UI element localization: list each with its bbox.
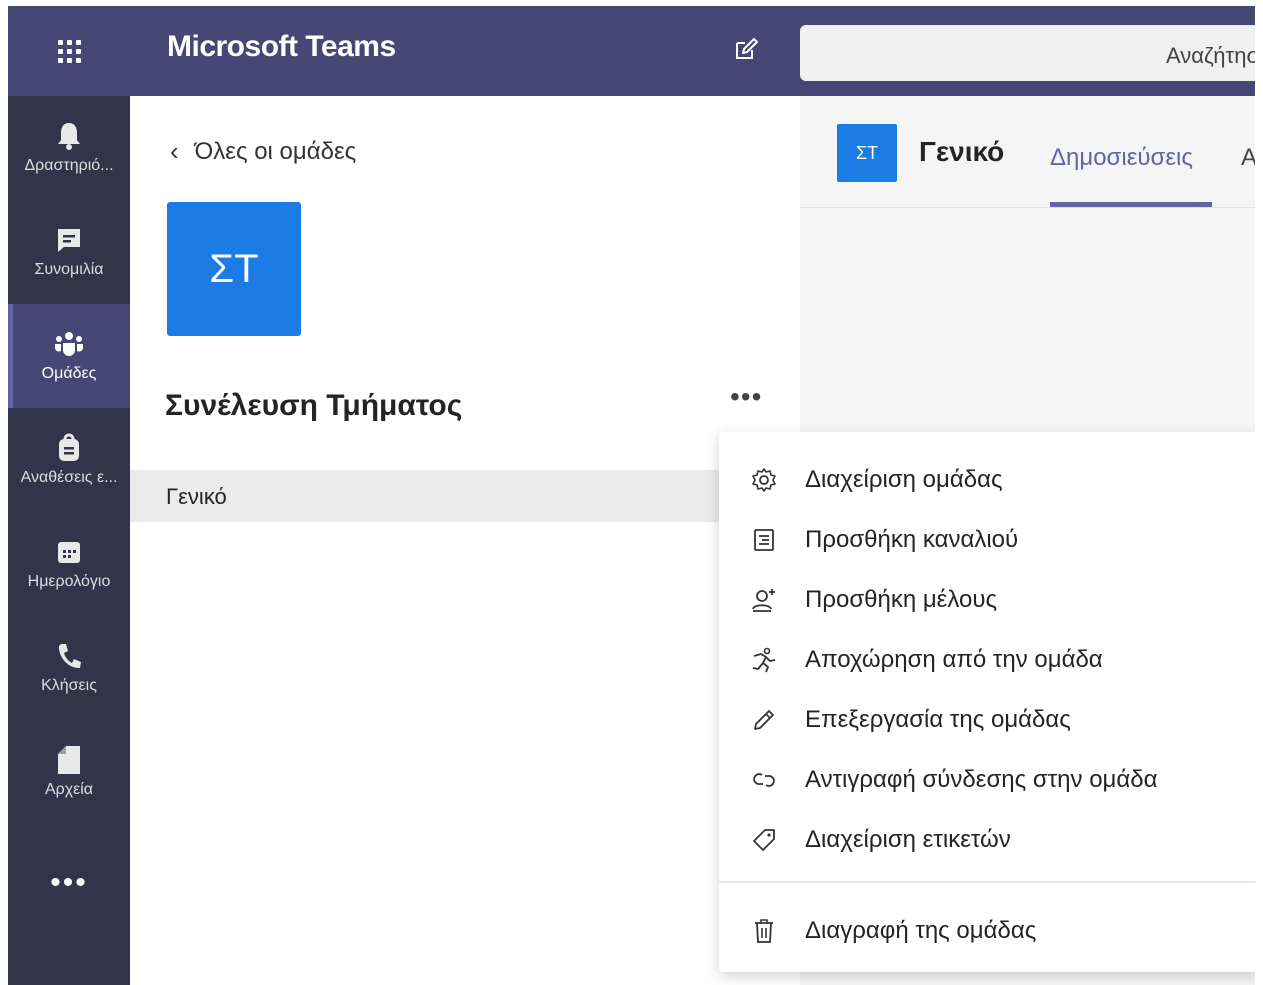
channel-item-general[interactable]: Γενικό bbox=[130, 470, 800, 522]
menu-item-label: Αποχώρηση από την ομάδα bbox=[805, 646, 1103, 673]
channel-header: ΣΤ Γενικό Δημοσιεύσεις Α bbox=[800, 96, 1257, 208]
menu-item-label: Διαχείριση ομάδας bbox=[805, 466, 1003, 493]
team-more-options-button[interactable]: ••• bbox=[730, 381, 762, 413]
add-channel-icon bbox=[749, 525, 779, 555]
app-bar: Δραστηριό... Συνομιλία Ομάδες Αναθέσεις … bbox=[8, 96, 130, 985]
menu-item-label: Διαχείριση ετικετών bbox=[805, 826, 1011, 853]
chevron-left-icon: ‹ bbox=[170, 136, 179, 166]
trash-icon bbox=[749, 916, 779, 946]
appbar-item-files[interactable]: Αρχεία bbox=[8, 720, 130, 824]
pencil-icon bbox=[749, 705, 779, 735]
tag-icon bbox=[749, 825, 779, 855]
menu-divider bbox=[719, 881, 1259, 883]
compose-icon bbox=[736, 38, 758, 59]
menu-item-edit-team[interactable]: Επεξεργασία της ομάδας bbox=[719, 690, 1259, 750]
appbar-label: Συνομιλία bbox=[34, 261, 104, 278]
tab-posts[interactable]: Δημοσιεύσεις bbox=[1050, 144, 1193, 172]
search-input[interactable]: Αναζήτηση bbox=[800, 25, 1263, 81]
team-context-menu: Διαχείριση ομάδας Προσθήκη καναλιού Προσ… bbox=[719, 432, 1259, 972]
search-placeholder: Αναζήτηση bbox=[1166, 43, 1263, 68]
right-edge bbox=[1255, 0, 1263, 985]
left-edge bbox=[0, 0, 8, 985]
team-name: Συνέλευση Τμήματος bbox=[165, 389, 463, 422]
menu-item-manage-team[interactable]: Διαχείριση ομάδας bbox=[719, 450, 1259, 510]
active-tab-indicator bbox=[1050, 202, 1212, 207]
bell-icon bbox=[54, 121, 84, 151]
menu-item-label: Επεξεργασία της ομάδας bbox=[805, 706, 1071, 733]
channel-label: Γενικό bbox=[166, 484, 227, 509]
appbar-label: Κλήσεις bbox=[41, 677, 97, 694]
assignments-icon bbox=[54, 433, 84, 463]
appbar-item-activity[interactable]: Δραστηριό... bbox=[8, 96, 130, 200]
back-label: Όλες οι ομάδες bbox=[194, 137, 357, 165]
menu-item-label: Αντιγραφή σύνδεσης στην ομάδα bbox=[805, 766, 1158, 793]
appbar-item-calls[interactable]: Κλήσεις bbox=[8, 616, 130, 720]
compose-button[interactable] bbox=[733, 36, 759, 62]
team-avatar: ΣΤ bbox=[167, 202, 301, 336]
appbar-label: Δραστηριό... bbox=[24, 157, 114, 174]
more-apps-button[interactable]: ••• bbox=[8, 866, 130, 900]
channel-title: Γενικό bbox=[919, 136, 1005, 167]
waffle-icon bbox=[57, 39, 81, 63]
menu-item-leave-team[interactable]: Αποχώρηση από την ομάδα bbox=[719, 630, 1259, 690]
calendar-icon bbox=[54, 537, 84, 567]
appbar-label: Αρχεία bbox=[44, 781, 94, 798]
chat-icon bbox=[54, 225, 84, 255]
menu-item-delete-team[interactable]: Διαγραφή της ομάδας bbox=[719, 901, 1259, 961]
link-icon bbox=[749, 765, 779, 795]
top-edge bbox=[0, 0, 1263, 6]
appbar-item-chat[interactable]: Συνομιλία bbox=[8, 200, 130, 304]
all-teams-back-link[interactable]: ‹ Όλες οι ομάδες bbox=[170, 136, 356, 167]
menu-item-label: Διαγραφή της ομάδας bbox=[805, 917, 1037, 944]
appbar-label: Ημερολόγιο bbox=[27, 573, 111, 590]
app-launcher-button[interactable] bbox=[8, 6, 130, 96]
add-member-icon bbox=[749, 585, 779, 615]
appbar-label: Ομάδες bbox=[41, 365, 97, 382]
menu-item-label: Προσθήκη καναλιού bbox=[805, 526, 1019, 553]
teams-icon bbox=[54, 329, 84, 359]
leave-icon bbox=[749, 645, 779, 675]
appbar-item-assignments[interactable]: Αναθέσεις ε... bbox=[8, 408, 130, 512]
menu-item-add-channel[interactable]: Προσθήκη καναλιού bbox=[719, 510, 1259, 570]
appbar-label: Αναθέσεις ε... bbox=[20, 469, 118, 486]
channel-avatar: ΣΤ bbox=[837, 124, 897, 182]
menu-item-copy-link[interactable]: Αντιγραφή σύνδεσης στην ομάδα bbox=[719, 750, 1259, 810]
appbar-item-teams[interactable]: Ομάδες bbox=[8, 304, 130, 408]
menu-item-label: Προσθήκη μέλους bbox=[805, 586, 998, 613]
gear-icon bbox=[749, 465, 779, 495]
file-icon bbox=[54, 745, 84, 775]
menu-item-manage-tags[interactable]: Διαχείριση ετικετών bbox=[719, 810, 1259, 870]
app-title: Microsoft Teams bbox=[167, 30, 396, 63]
appbar-item-calendar[interactable]: Ημερολόγιο bbox=[8, 512, 130, 616]
team-panel: ‹ Όλες οι ομάδες ΣΤ Συνέλευση Τμήματος •… bbox=[130, 96, 800, 985]
menu-item-add-member[interactable]: Προσθήκη μέλους bbox=[719, 570, 1259, 630]
phone-icon bbox=[54, 641, 84, 671]
